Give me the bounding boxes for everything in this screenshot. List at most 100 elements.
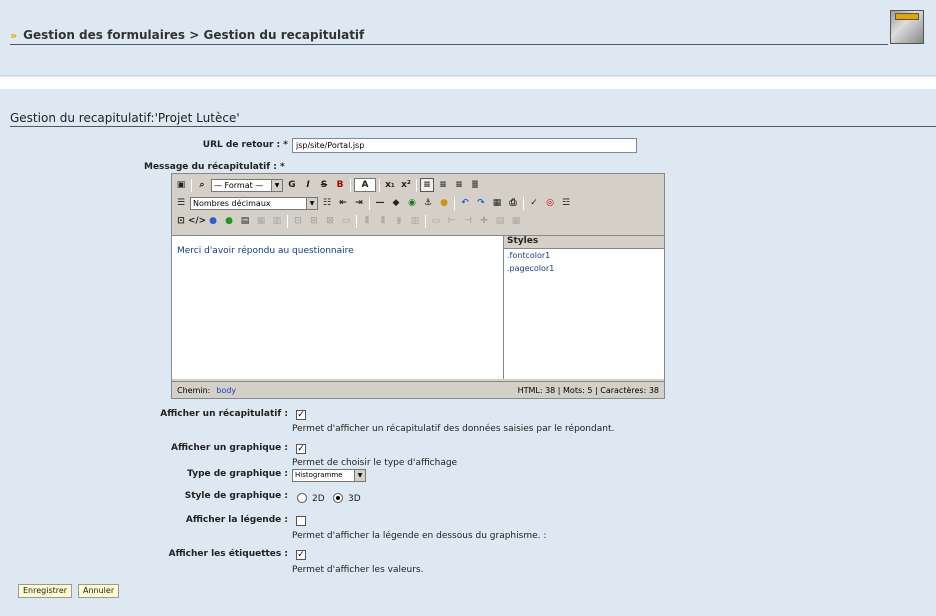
format-select[interactable]: — Format — ▼ bbox=[211, 178, 283, 192]
etiquettes-label: Afficher les étiquettes : bbox=[168, 549, 288, 559]
col-after-icon[interactable]: ⫴ bbox=[376, 214, 390, 228]
style-2d-label: 2D bbox=[312, 494, 325, 504]
redo-icon[interactable]: ↷ bbox=[474, 196, 488, 210]
style-3d-radio[interactable] bbox=[333, 493, 343, 503]
path-label: Chemin: bbox=[177, 385, 211, 395]
header-gap bbox=[0, 77, 936, 89]
main-panel: Gestion du recapitulatif:'Projet Lutèce'… bbox=[0, 89, 936, 616]
list-style-icon[interactable]: ☰ bbox=[174, 196, 188, 210]
merge-cells-icon[interactable]: ▭ bbox=[339, 214, 353, 228]
page-header: » Gestion des formulaires > Gestion du re… bbox=[0, 0, 936, 76]
align-right-icon[interactable]: ≡ bbox=[452, 178, 466, 192]
style-2d-radio[interactable] bbox=[297, 493, 307, 503]
outdent-icon[interactable]: ⇤ bbox=[336, 196, 350, 210]
bold-icon[interactable]: G bbox=[285, 178, 299, 192]
etiquettes-checkbox[interactable]: ✓ bbox=[296, 550, 306, 560]
page-break-icon[interactable]: ☲ bbox=[559, 196, 573, 210]
insert-table-icon[interactable]: ▤ bbox=[238, 214, 252, 228]
link-icon[interactable]: ◉ bbox=[405, 196, 419, 210]
breadcrumb-divider bbox=[10, 44, 888, 45]
afficher-graph-label: Afficher un graphique : bbox=[171, 443, 288, 453]
afficher-graph-checkbox[interactable]: ✓ bbox=[296, 444, 306, 454]
legende-label: Afficher la légende : bbox=[185, 515, 288, 525]
align-left-icon[interactable]: ≡ bbox=[420, 178, 434, 192]
breadcrumb-item-recapitulatif: > Gestion du recapitulatif bbox=[189, 28, 365, 42]
style-graph-label: Style de graphique : bbox=[184, 491, 288, 501]
undo-icon[interactable]: ↶ bbox=[458, 196, 472, 210]
rich-text-editor: ▣ ⌕ — Format — ▼ G I S B A x₁ x² ≡ ≡ ≡ ≣ … bbox=[171, 173, 665, 399]
delete-col-icon[interactable]: ⫵ bbox=[392, 214, 406, 228]
subscript-icon[interactable]: x₁ bbox=[383, 178, 397, 192]
about-icon[interactable]: ● bbox=[206, 214, 220, 228]
remove-format-icon[interactable]: ◆ bbox=[389, 196, 403, 210]
type-graph-select[interactable]: Histogramme ▼ bbox=[292, 469, 366, 482]
print-icon[interactable]: ⎙ bbox=[506, 196, 520, 210]
move-forward-icon[interactable]: ⊢ bbox=[445, 214, 459, 228]
align-justify-icon[interactable]: ≣ bbox=[468, 178, 482, 192]
search-icon[interactable]: ⌕ bbox=[195, 178, 209, 192]
toolbar-row-1: ▣ ⌕ — Format — ▼ G I S B A x₁ x² ≡ ≡ ≡ ≣ bbox=[174, 177, 482, 193]
delete-row-icon[interactable]: ⊠ bbox=[323, 214, 337, 228]
breadcrumb-item-formulaires[interactable]: Gestion des formulaires bbox=[23, 28, 185, 42]
styles-panel: Styles .fontcolor1 .pagecolor1 bbox=[504, 235, 664, 379]
cell-props-icon[interactable]: ▥ bbox=[270, 214, 284, 228]
legende-help: Permet d'afficher la légende en dessous … bbox=[292, 531, 547, 541]
row-after-icon[interactable]: ⊞ bbox=[307, 214, 321, 228]
editor-content-text: Merci d'avoir répondu au questionnaire bbox=[177, 246, 354, 256]
info-icon[interactable]: ● bbox=[222, 214, 236, 228]
word-count-stats: HTML: 38 | Mots: 5 | Caractères: 38 bbox=[517, 385, 659, 395]
url-retour-input[interactable] bbox=[292, 138, 637, 153]
toolbar-row-3: ⊡ </> ● ● ▤ ▦ ▥ ⊟ ⊞ ⊠ ▭ ⫴ ⫴ ⫵ ▥ ▭ ⊢ ⊣ ✚ … bbox=[174, 213, 523, 229]
afficher-recap-help: Permet d'afficher un récapitulatif des d… bbox=[292, 424, 615, 434]
align-center-icon[interactable]: ≡ bbox=[436, 178, 450, 192]
toolbar-row-2: ☰ Nombres décimaux ▼ ☷ ⇤ ⇥ — ◆ ◉ ⚓ ● ↶ ↷ … bbox=[174, 195, 573, 211]
code-icon[interactable]: ◎ bbox=[543, 196, 557, 210]
superscript-icon[interactable]: x² bbox=[399, 178, 413, 192]
font-color-icon[interactable]: A bbox=[354, 178, 376, 192]
html-icon[interactable]: </> bbox=[188, 214, 206, 228]
breadcrumb: » Gestion des formulaires > Gestion du re… bbox=[10, 28, 364, 42]
afficher-recap-label: Afficher un récapitulatif : bbox=[160, 409, 288, 419]
bullet-list-icon[interactable]: ☷ bbox=[320, 196, 334, 210]
etiquettes-help: Permet d'afficher les valeurs. bbox=[292, 565, 424, 575]
bold-b-icon[interactable]: B bbox=[333, 178, 347, 192]
list-style-select[interactable]: Nombres décimaux ▼ bbox=[190, 196, 318, 210]
table-icon[interactable]: ▦ bbox=[490, 196, 504, 210]
double-arrow-icon: » bbox=[10, 29, 18, 42]
spellcheck-icon[interactable]: ✓ bbox=[527, 196, 541, 210]
style-3d-label: 3D bbox=[348, 494, 361, 504]
puzzle-app-icon bbox=[890, 10, 924, 44]
layer-icon[interactable]: ▭ bbox=[429, 214, 443, 228]
absolute-icon[interactable]: ✚ bbox=[477, 214, 491, 228]
afficher-graph-help: Permet de choisir le type d'affichage bbox=[292, 458, 458, 468]
row-before-icon[interactable]: ⊟ bbox=[291, 214, 305, 228]
section-title: Gestion du recapitulatif:'Projet Lutèce' bbox=[10, 111, 240, 125]
cancel-button[interactable]: Annuler bbox=[78, 584, 120, 598]
afficher-recap-checkbox[interactable]: ✓ bbox=[296, 410, 306, 420]
path-body-link[interactable]: body bbox=[216, 386, 236, 395]
style-props-icon[interactable]: ▤ bbox=[493, 214, 507, 228]
attributes-icon[interactable]: ▦ bbox=[509, 214, 523, 228]
type-graph-label: Type de graphique : bbox=[187, 469, 288, 479]
editor-status-bar: Chemin: body HTML: 38 | Mots: 5 | Caractè… bbox=[172, 381, 664, 398]
save-button[interactable]: Enregistrer bbox=[18, 584, 73, 598]
table-props-icon[interactable]: ▦ bbox=[254, 214, 268, 228]
split-cells-icon[interactable]: ▥ bbox=[408, 214, 422, 228]
style-item[interactable]: .fontcolor1 bbox=[504, 249, 664, 262]
url-retour-label: URL de retour : * bbox=[202, 140, 288, 150]
image-icon[interactable]: ▣ bbox=[174, 178, 188, 192]
style-item[interactable]: .pagecolor1 bbox=[504, 262, 664, 275]
editor-content-area[interactable]: Merci d'avoir répondu au questionnaire bbox=[172, 235, 504, 379]
anchor-icon[interactable]: ⚓ bbox=[421, 196, 435, 210]
help-icon[interactable]: ● bbox=[437, 196, 451, 210]
strikethrough-icon[interactable]: S bbox=[317, 178, 331, 192]
indent-icon[interactable]: ⇥ bbox=[352, 196, 366, 210]
italic-icon[interactable]: I bbox=[301, 178, 315, 192]
horizontal-rule-icon[interactable]: — bbox=[373, 196, 387, 210]
styles-header: Styles bbox=[504, 236, 664, 249]
legende-checkbox[interactable] bbox=[296, 516, 306, 526]
source-icon[interactable]: ⊡ bbox=[174, 214, 188, 228]
move-back-icon[interactable]: ⊣ bbox=[461, 214, 475, 228]
section-divider bbox=[10, 126, 936, 127]
col-before-icon[interactable]: ⫴ bbox=[360, 214, 374, 228]
